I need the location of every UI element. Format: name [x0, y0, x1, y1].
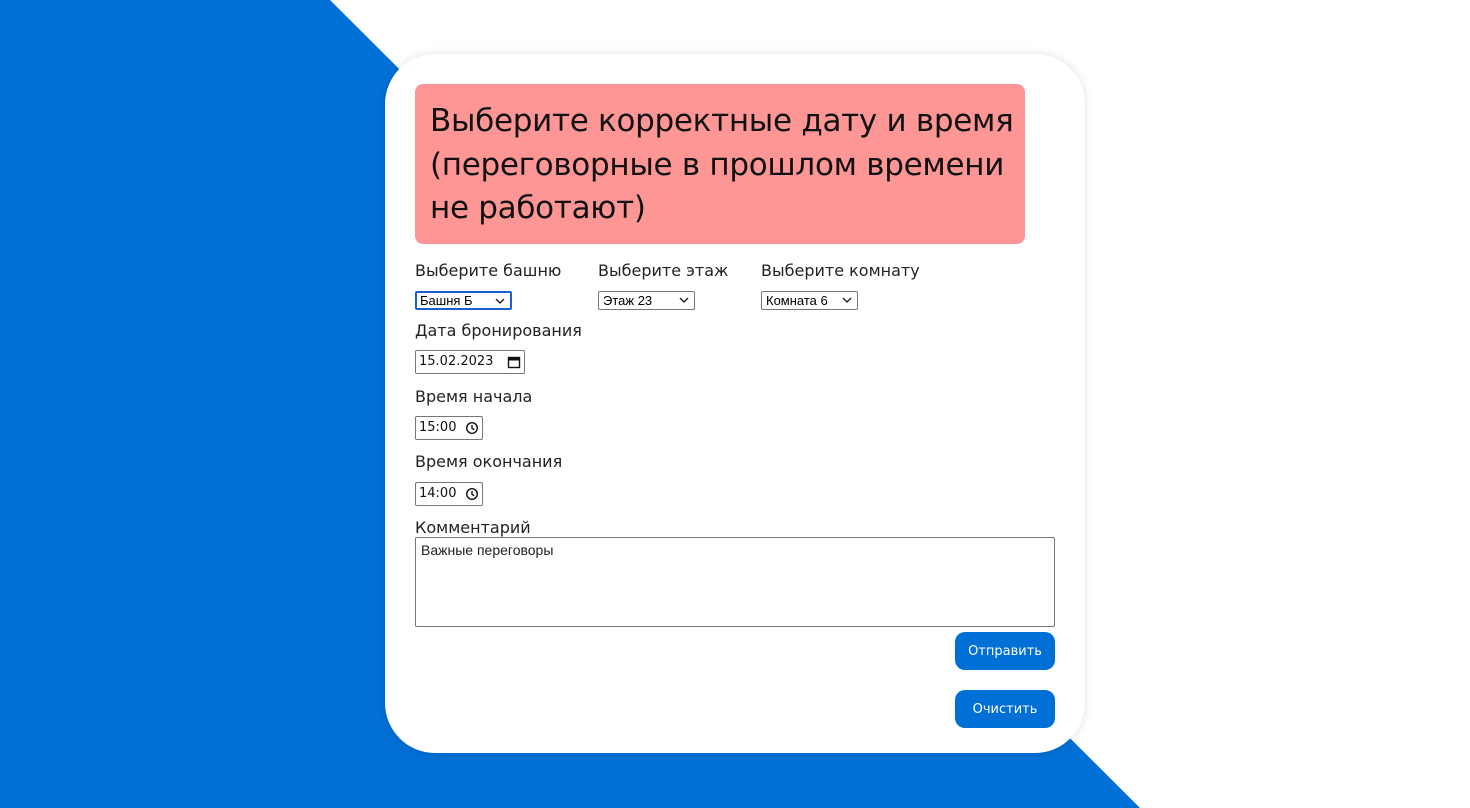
- start-time-value: 15:00: [419, 420, 457, 435]
- tower-label: Выберите башню: [415, 261, 562, 280]
- comment-textarea[interactable]: Важные переговоры: [415, 537, 1055, 627]
- start-time-label: Время начала: [415, 387, 533, 406]
- error-banner: Выберите корректные дату и время (перего…: [415, 84, 1025, 244]
- clock-icon[interactable]: [465, 487, 479, 501]
- clear-button[interactable]: Очистить: [955, 690, 1055, 728]
- tower-select[interactable]: Башня Б: [415, 291, 512, 310]
- end-time-value: 14:00: [419, 486, 457, 501]
- date-input[interactable]: 15.02.2023: [415, 350, 525, 374]
- calendar-icon[interactable]: [507, 355, 521, 369]
- chevron-down-icon: [842, 297, 852, 303]
- booking-form-card: Выберите корректные дату и время (перего…: [385, 54, 1085, 753]
- start-time-input[interactable]: 15:00: [415, 416, 483, 440]
- floor-select-value: Этаж 23: [603, 293, 653, 308]
- room-select-value: Комната 6: [766, 293, 828, 308]
- date-input-value: 15.02.2023: [419, 354, 494, 369]
- clock-icon[interactable]: [465, 421, 479, 435]
- comment-label: Комментарий: [415, 518, 531, 537]
- floor-label: Выберите этаж: [598, 261, 729, 280]
- error-message: Выберите корректные дату и время (перего…: [430, 103, 1014, 226]
- submit-button[interactable]: Отправить: [955, 632, 1055, 670]
- room-select[interactable]: Комната 6: [761, 291, 858, 310]
- end-time-label: Время окончания: [415, 452, 563, 471]
- tower-select-value: Башня Б: [420, 293, 473, 308]
- date-label: Дата бронирования: [415, 321, 582, 340]
- end-time-input[interactable]: 14:00: [415, 482, 483, 506]
- chevron-down-icon: [495, 298, 505, 304]
- floor-select[interactable]: Этаж 23: [598, 291, 695, 310]
- room-label: Выберите комнату: [761, 261, 920, 280]
- chevron-down-icon: [679, 297, 689, 303]
